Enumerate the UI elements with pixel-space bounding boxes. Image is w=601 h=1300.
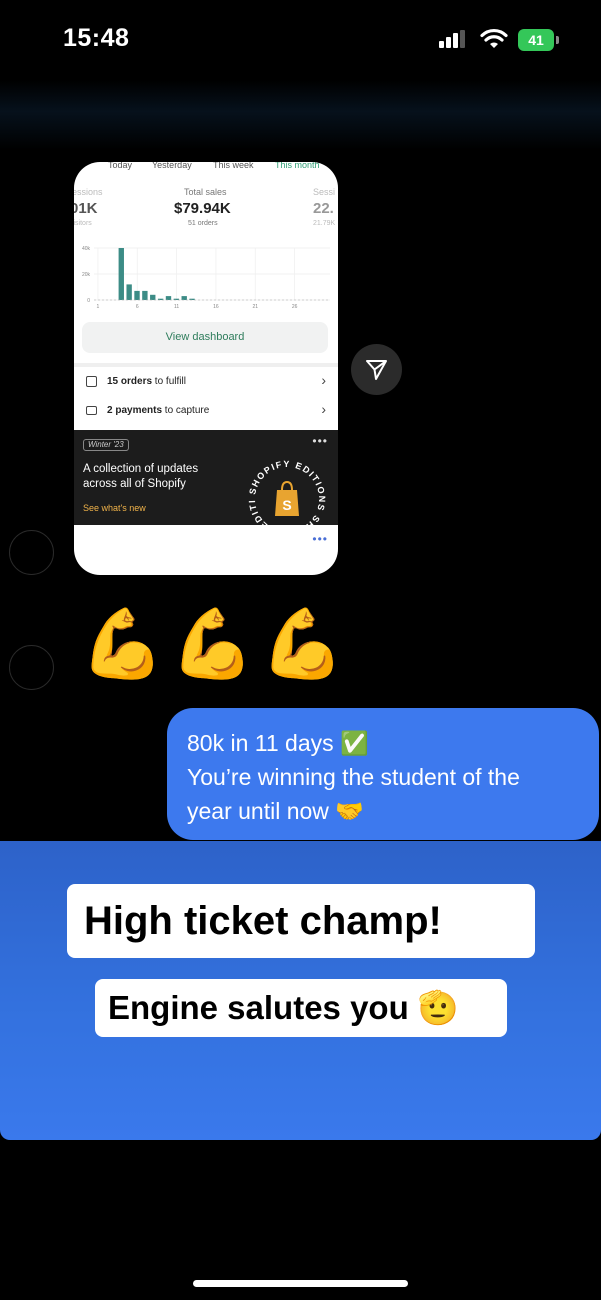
metric-sub-sessions-2: 21.79K — [313, 220, 336, 227]
chart-x-tick-label: 26 — [292, 304, 298, 310]
chart-bar — [134, 290, 140, 300]
chart-bar — [142, 290, 148, 300]
more-icon[interactable]: ••• — [312, 434, 328, 448]
chart-bar — [165, 296, 172, 300]
fulfill-icon — [86, 376, 97, 387]
status-bar: 15:48 41 — [0, 0, 601, 80]
view-dashboard-button[interactable]: View dashboard — [82, 322, 328, 353]
chart-x-tick-label: 11 — [174, 304, 179, 310]
metric-value-sessions: 01K — [74, 200, 98, 217]
metrics-row: Sessions 01K visitors Total sales $79.94… — [74, 187, 338, 232]
reaction-message[interactable]: 💪💪💪 — [80, 600, 350, 690]
metric-sub-total-sales: 51 orders — [188, 220, 218, 227]
flexed-biceps-emoji: 💪 — [80, 605, 165, 684]
avatar[interactable] — [9, 530, 54, 575]
flexed-biceps-emoji: 💪 — [260, 605, 345, 684]
tab-this-week: This week — [213, 162, 254, 170]
metric-sub-sessions: visitors — [74, 220, 92, 227]
task-row-payments[interactable]: 2 payments to capture › — [74, 400, 338, 424]
promo-badge: Winter '23 — [83, 439, 129, 451]
home-indicator[interactable] — [193, 1280, 408, 1287]
shopify-editions-logo: SHOPIFY EDITIONS SHOPIFY EDITIONS S — [242, 454, 326, 539]
sales-bar-chart: 40k20k01 6 11 16 21 26 — [82, 246, 330, 310]
chart-x-tick-label: 21 — [252, 304, 258, 310]
battery-icon: 41 — [518, 29, 559, 51]
metric-label-sessions: Sessions — [74, 187, 103, 197]
shared-post-card[interactable]: Today Yesterday This week This month Ses… — [74, 162, 338, 575]
chart-bar — [150, 294, 156, 300]
metric-value-sessions-2: 22. — [313, 200, 334, 217]
divider — [74, 363, 338, 367]
metric-label-total-sales: Total sales — [184, 187, 227, 197]
chart-x-tick-label: 1 — [97, 304, 100, 310]
clock: 15:48 — [63, 24, 130, 52]
chart-y-tick-label: 20k — [82, 272, 91, 278]
svg-text:S: S — [282, 497, 291, 513]
promo-title: A collection of updates across all of Sh… — [83, 463, 199, 490]
more-icon[interactable]: ••• — [312, 532, 328, 546]
metric-label-sessions-2: Sessi — [313, 187, 336, 197]
message-line: 80k in 11 days ✅ — [187, 730, 369, 756]
chart-x-tick-label: 6 — [136, 304, 139, 310]
outgoing-message-bubble[interactable]: 80k in 11 days ✅ You’re winning the stud… — [167, 708, 599, 840]
avatar[interactable] — [9, 645, 54, 690]
task-text-payments: 2 payments to capture — [107, 405, 210, 416]
text-sticker: Engine salutes you 🫡 — [95, 979, 507, 1037]
editions-promo-card[interactable]: Winter '23 ••• A collection of updates a… — [74, 430, 338, 539]
share-button[interactable] — [351, 344, 402, 395]
flexed-biceps-emoji: 💪 — [170, 605, 255, 684]
battery-level: 41 — [518, 29, 554, 51]
message-line: You’re winning the student of the — [187, 764, 520, 790]
chart-y-tick-label: 0 — [87, 298, 90, 304]
chart-x-tick-label: 16 — [213, 304, 219, 310]
task-text-fulfill: 15 orders to fulfill — [107, 376, 186, 387]
text-sticker: High ticket champ! — [67, 884, 535, 958]
chevron-right-icon: › — [321, 401, 326, 417]
tab-today: Today — [108, 162, 133, 170]
see-whats-new-link[interactable]: See what's new — [83, 503, 146, 513]
chart-bar — [118, 248, 124, 300]
story-reply-panel[interactable]: High ticket champ! Engine salutes you 🫡 — [0, 841, 601, 1140]
chart-bar — [181, 296, 187, 300]
message-line: year until now 🤝 — [187, 798, 364, 824]
chart-bar — [126, 284, 132, 300]
chart-y-tick-label: 40k — [82, 246, 91, 252]
share-send-icon — [366, 360, 387, 380]
wifi-icon — [480, 28, 508, 48]
tab-yesterday: Yesterday — [152, 162, 192, 170]
metric-value-total-sales: $79.94K — [174, 200, 231, 217]
payment-icon — [86, 406, 97, 415]
header-backdrop — [0, 80, 601, 150]
period-tabs: Today Yesterday This week This month — [74, 162, 338, 172]
chevron-right-icon: › — [321, 372, 326, 388]
cellular-signal-icon — [439, 30, 465, 48]
tab-this-month: This month — [275, 162, 320, 170]
task-row-fulfill[interactable]: 15 orders to fulfill › — [74, 371, 338, 395]
